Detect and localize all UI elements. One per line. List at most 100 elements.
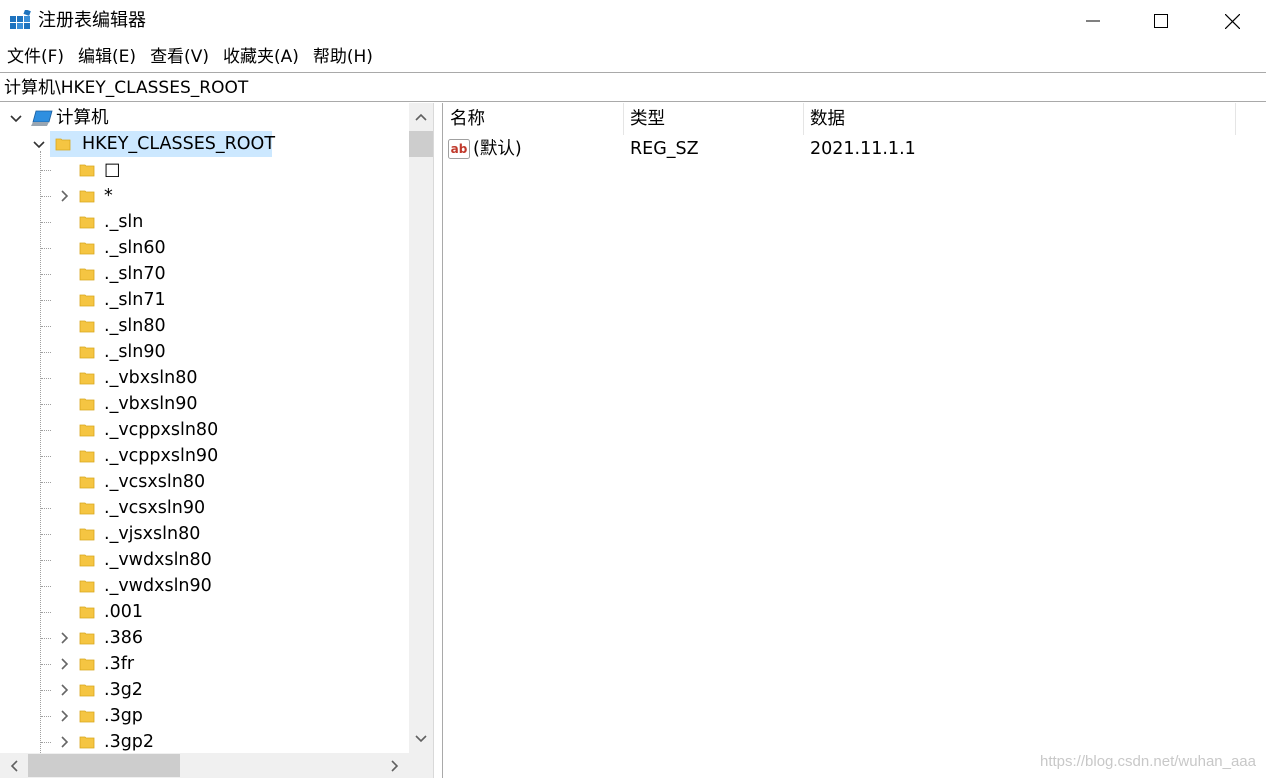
menu-favorites[interactable]: 收藏夹(A) xyxy=(216,42,306,72)
scroll-down-button[interactable] xyxy=(409,727,433,751)
folder-icon xyxy=(79,606,95,619)
tree-node[interactable]: ._sln70 xyxy=(0,261,409,287)
tree-connector xyxy=(41,378,51,379)
tree-connector xyxy=(41,430,51,431)
menu-bar: 文件(F) 编辑(E) 查看(V) 收藏夹(A) 帮助(H) xyxy=(0,42,1266,72)
tree-connector xyxy=(41,690,51,691)
tree-connector xyxy=(41,534,51,535)
window-title: 注册表编辑器 xyxy=(38,10,146,31)
tree-node[interactable]: ._sln90 xyxy=(0,339,409,365)
tree-label: ._vjsxsln80 xyxy=(104,524,201,544)
list-item[interactable]: ab (默认) REG_SZ 2021.11.1.1 xyxy=(443,136,1266,162)
tree-node-hkey-classes-root[interactable]: HKEY_CLASSES_ROOT xyxy=(0,131,409,157)
menu-view[interactable]: 查看(V) xyxy=(143,42,216,72)
tree-label: ._vcppxsln90 xyxy=(104,446,219,466)
tree-node-computer[interactable]: 计算机 xyxy=(0,105,409,131)
tree-connector xyxy=(41,326,51,327)
menu-help[interactable]: 帮助(H) xyxy=(306,42,380,72)
tree-label: .386 xyxy=(104,628,143,648)
folder-icon xyxy=(79,632,95,645)
tree-label: ._vcsxsln80 xyxy=(104,472,206,492)
close-button[interactable] xyxy=(1198,0,1266,42)
tree-label: HKEY_CLASSES_ROOT xyxy=(82,134,276,154)
chevron-right-icon[interactable] xyxy=(58,710,70,722)
tree-label: ._sln90 xyxy=(104,342,166,362)
address-bar[interactable]: 计算机\HKEY_CLASSES_ROOT xyxy=(0,72,1266,102)
tree-connector xyxy=(41,222,51,223)
chevron-right-icon[interactable] xyxy=(58,736,70,748)
title-bar[interactable]: 注册表编辑器 xyxy=(0,0,1266,42)
svg-text:ab: ab xyxy=(451,142,468,156)
chevron-right-icon[interactable] xyxy=(58,190,70,202)
tree-node[interactable]: ._vwdxsln80 xyxy=(0,547,409,573)
tree-node[interactable]: .3g2 xyxy=(0,677,409,703)
scroll-up-button[interactable] xyxy=(409,105,433,129)
tree-connector xyxy=(41,716,51,717)
tree-horizontal-scrollbar[interactable] xyxy=(0,753,409,778)
tree-node[interactable]: .001 xyxy=(0,599,409,625)
tree-connector xyxy=(41,742,51,743)
tree-label: ._vcsxsln90 xyxy=(104,498,206,518)
tree-node[interactable]: ._vwdxsln90 xyxy=(0,573,409,599)
column-divider[interactable] xyxy=(1235,103,1236,135)
column-header-name[interactable]: 名称 xyxy=(443,103,623,135)
folder-icon xyxy=(79,528,95,541)
tree-node[interactable]: ._sln80 xyxy=(0,313,409,339)
tree-connector xyxy=(41,560,51,561)
tree-node[interactable]: ._sln60 xyxy=(0,235,409,261)
value-type: REG_SZ xyxy=(630,139,699,159)
chevron-right-icon[interactable] xyxy=(58,632,70,644)
folder-icon xyxy=(79,242,95,255)
column-header-data[interactable]: 数据 xyxy=(803,103,1235,135)
tree-node[interactable]: ._vbxsln90 xyxy=(0,391,409,417)
tree-node[interactable]: ._vcppxsln80 xyxy=(0,417,409,443)
computer-icon xyxy=(31,110,53,126)
scroll-thumb[interactable] xyxy=(28,754,180,777)
menu-edit[interactable]: 编辑(E) xyxy=(71,42,143,72)
tree-node[interactable]: ._vbxsln80 xyxy=(0,365,409,391)
folder-icon xyxy=(79,658,95,671)
tree-node[interactable]: ._sln71 xyxy=(0,287,409,313)
values-list-pane[interactable]: 名称 类型 数据 ab (默认) REG_SZ 2021.11.1.1 xyxy=(443,103,1266,778)
tree-connector xyxy=(41,248,51,249)
tree-label: ._sln71 xyxy=(104,290,166,310)
scroll-left-button[interactable] xyxy=(2,753,26,778)
maximize-icon xyxy=(1154,14,1168,28)
tree-node[interactable]: ._sln xyxy=(0,209,409,235)
value-name: (默认) xyxy=(473,139,522,159)
address-path[interactable]: 计算机\HKEY_CLASSES_ROOT xyxy=(4,77,248,99)
tree-label: .001 xyxy=(104,602,143,622)
tree-connector xyxy=(41,404,51,405)
folder-icon xyxy=(79,268,95,281)
chevron-right-icon[interactable] xyxy=(58,658,70,670)
tree-connector xyxy=(41,300,51,301)
tree-node[interactable]: ._vcsxsln80 xyxy=(0,469,409,495)
scroll-right-button[interactable] xyxy=(383,753,407,778)
tree-node[interactable]: .386 xyxy=(0,625,409,651)
chevron-right-icon[interactable] xyxy=(58,684,70,696)
maximize-button[interactable] xyxy=(1127,0,1195,42)
tree-label: .3gp xyxy=(104,706,143,726)
tree-view[interactable]: 计算机 HKEY_CLASSES_ROOT □ * ._sln ._sln60 ._sl… xyxy=(0,103,409,753)
tree-vertical-scrollbar[interactable] xyxy=(409,103,433,753)
tree-node[interactable]: .3gp xyxy=(0,703,409,729)
tree-node[interactable]: .3gp2 xyxy=(0,729,409,753)
column-header-type[interactable]: 类型 xyxy=(623,103,803,135)
tree-node[interactable]: ._vjsxsln80 xyxy=(0,521,409,547)
pane-splitter[interactable] xyxy=(433,103,443,778)
minimize-button[interactable] xyxy=(1059,0,1127,42)
tree-node[interactable]: ._vcsxsln90 xyxy=(0,495,409,521)
chevron-up-icon xyxy=(415,113,427,121)
folder-icon xyxy=(79,476,95,489)
tree-connector xyxy=(41,196,51,197)
tree-node[interactable]: ._vcppxsln90 xyxy=(0,443,409,469)
tree-node[interactable]: .3fr xyxy=(0,651,409,677)
scroll-thumb[interactable] xyxy=(409,131,433,157)
chevron-down-icon[interactable] xyxy=(10,112,22,124)
tree-node[interactable]: * xyxy=(0,183,409,209)
tree-label: * xyxy=(104,186,113,206)
tree-pane[interactable]: 计算机 HKEY_CLASSES_ROOT □ * ._sln ._sln60 ._sl… xyxy=(0,103,433,778)
menu-file[interactable]: 文件(F) xyxy=(0,42,71,72)
chevron-down-icon[interactable] xyxy=(33,138,45,150)
tree-node[interactable]: □ xyxy=(0,157,409,183)
